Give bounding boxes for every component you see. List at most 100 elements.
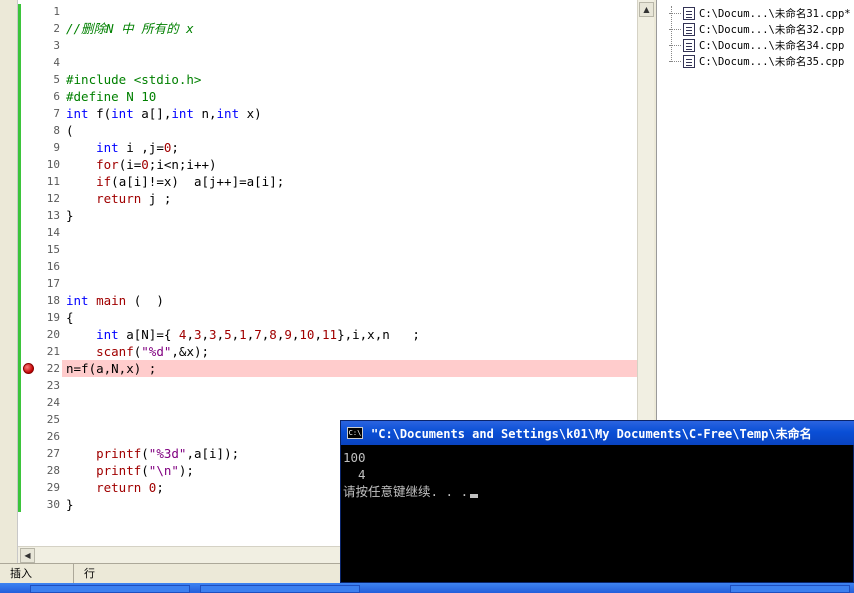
code-line[interactable] [62, 241, 637, 258]
code-line[interactable]: int a[N]={ 4,3,3,5,1,7,8,9,10,11},i,x,n … [62, 326, 637, 343]
code-token: ,a[i]); [186, 446, 240, 461]
code-token: 3 [209, 327, 217, 342]
line-number: 21 [46, 345, 60, 358]
code-line[interactable] [62, 394, 637, 411]
scroll-left-icon[interactable]: ◀ [20, 548, 35, 563]
code-token: return [96, 480, 142, 495]
line-number: 23 [46, 379, 60, 392]
file-label: C:\Docum...\未命名34.cpp [699, 39, 845, 52]
code-token: "%d" [141, 344, 172, 359]
line-number: 9 [53, 141, 60, 154]
taskbar-button[interactable] [30, 585, 190, 593]
console-title-bar[interactable]: C:\ "C:\Documents and Settings\k01\My Do… [341, 421, 854, 445]
code-token: if [96, 174, 112, 189]
code-line[interactable] [62, 258, 637, 275]
code-token: return [96, 191, 142, 206]
code-token: i ,j= [118, 140, 164, 155]
line-number: 20 [46, 328, 60, 341]
code-token: },i,x,n ; [337, 327, 420, 342]
code-line[interactable]: //删除N 中 所有的 x [62, 20, 637, 37]
code-token: a[], [133, 106, 172, 121]
code-token: , [186, 327, 194, 342]
code-line[interactable]: ( [62, 122, 637, 139]
code-token: , [216, 327, 225, 342]
line-number: 1 [53, 5, 60, 18]
code-token: int [96, 327, 119, 342]
code-token: f( [88, 106, 112, 121]
code-token: 10 [299, 327, 315, 342]
scroll-up-icon[interactable]: ▲ [639, 2, 654, 17]
code-line[interactable]: return j ; [62, 190, 637, 207]
code-line[interactable]: if(a[i]!=x) a[j++]=a[i]; [62, 173, 637, 190]
code-line[interactable]: int i ,j=0; [62, 139, 637, 156]
line-number: 24 [46, 396, 60, 409]
code-line[interactable] [62, 377, 637, 394]
code-line[interactable]: n=f(a,N,x) ; [62, 360, 637, 377]
line-numbers: 1 2 3 4 5 6 7 8 9 10 11 12 13 14 15 16 17 18 19 20 21 22 23 24 2… [22, 3, 60, 513]
console-prompt: 请按任意键继续. . . [343, 484, 469, 499]
code-token: for [96, 157, 119, 172]
code-token: ; [156, 480, 164, 495]
code-token: n, [193, 106, 217, 121]
code-token: } [66, 208, 74, 223]
line-number: 14 [46, 226, 60, 239]
cpp-file-icon [683, 54, 695, 68]
code-line[interactable]: scanf("%d",&x); [62, 343, 637, 360]
cpp-file-icon [683, 38, 695, 52]
taskbar-button[interactable] [730, 585, 850, 593]
code-line[interactable]: for(i=0;i<n;i++) [62, 156, 637, 173]
line-number: 4 [53, 56, 60, 69]
status-row: 行 [84, 567, 95, 580]
code-line[interactable]: { [62, 309, 637, 326]
code-token: int [111, 106, 134, 121]
line-number: 15 [46, 243, 60, 256]
code-token: ( [141, 446, 149, 461]
code-token: ; [171, 140, 179, 155]
fold-bar [18, 4, 21, 512]
code-token: ( [66, 123, 74, 138]
line-number: 11 [46, 175, 60, 188]
code-token: "%3d" [148, 446, 187, 461]
code-token: 8 [269, 327, 277, 342]
code-token: int [171, 106, 194, 121]
file-label: C:\Docum...\未命名35.cpp [699, 55, 845, 68]
taskbar-button[interactable] [200, 585, 360, 593]
code-line[interactable]: } [62, 207, 637, 224]
file-label: C:\Docum...\未命名32.cpp [699, 23, 845, 36]
code-line[interactable]: int f(int a[],int n,int x) [62, 105, 637, 122]
code-line[interactable] [62, 3, 637, 20]
code-token: int [96, 140, 119, 155]
code-line[interactable] [62, 275, 637, 292]
code-line[interactable]: #define N 10 [62, 88, 637, 105]
code-line[interactable]: #include <stdio.h> [62, 71, 637, 88]
line-number: 3 [53, 39, 60, 52]
file-item[interactable]: C:\Docum...\未命名31.cpp* [669, 5, 851, 21]
code-token: (a[i]!=x) a[j++]=a[i]; [111, 174, 285, 189]
console-line: 请按任意键继续. . . [343, 483, 851, 500]
breakpoint-icon[interactable] [23, 363, 34, 374]
code-token: int [66, 106, 89, 121]
code-token: scanf [96, 344, 134, 359]
line-number: 19 [46, 311, 60, 324]
code-token: ,&x); [171, 344, 210, 359]
cfree-ide-window: 1 2 3 4 5 6 7 8 9 10 11 12 13 14 15 16 17 18 19 20 21 22 23 24 2… [0, 0, 854, 593]
code-token: ( ) [126, 293, 164, 308]
code-line[interactable] [62, 224, 637, 241]
code-line[interactable] [62, 54, 637, 71]
cpp-file-icon [683, 6, 695, 20]
breakpoint-gutter[interactable] [0, 0, 18, 563]
file-item[interactable]: C:\Docum...\未命名34.cpp [669, 37, 844, 53]
code-line[interactable]: int main ( ) [62, 292, 637, 309]
console-output[interactable]: 100 4 请按任意键继续. . . [343, 449, 851, 579]
tree-branch [669, 12, 681, 14]
file-item[interactable]: C:\Docum...\未命名32.cpp [669, 21, 844, 37]
console-line: 4 [343, 467, 366, 482]
line-number: 10 [46, 158, 60, 171]
code-line[interactable] [62, 37, 637, 54]
file-item[interactable]: C:\Docum...\未命名35.cpp [669, 53, 844, 69]
line-number: 17 [46, 277, 60, 290]
console-window[interactable]: C:\ "C:\Documents and Settings\k01\My Do… [340, 420, 854, 583]
